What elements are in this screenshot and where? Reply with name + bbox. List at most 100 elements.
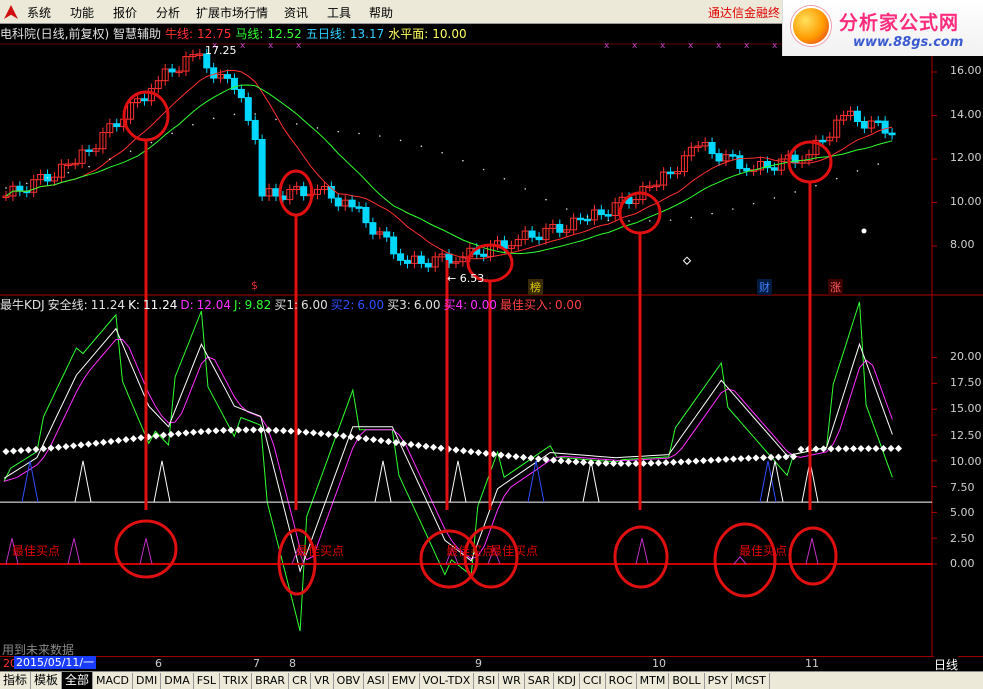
- tab-dma[interactable]: DMA: [161, 673, 194, 689]
- safe-line-diamond: [2, 447, 10, 456]
- best-buy-point-label: 最佳买点: [490, 544, 539, 558]
- ad-link[interactable]: 通达信金融终: [708, 4, 780, 21]
- kline-tag-finance[interactable]: 财: [757, 279, 772, 295]
- tab-sar[interactable]: SAR: [525, 673, 555, 689]
- kline-tag-rank[interactable]: 榜: [528, 279, 543, 295]
- candle-body: [258, 138, 266, 197]
- best-buy-value: 0.00: [554, 298, 582, 312]
- tab-kdj[interactable]: KDJ: [554, 673, 581, 689]
- tab-cr[interactable]: CR: [289, 673, 312, 689]
- app-logo-icon[interactable]: [4, 5, 18, 19]
- long-ma-dot: [669, 219, 672, 221]
- long-ma-dot: [877, 163, 880, 165]
- tab-fsl[interactable]: FSL: [194, 673, 220, 689]
- safe-line-diamond: [707, 456, 715, 464]
- buy-signal-triangle: [374, 460, 392, 503]
- tab-brar[interactable]: BRAR: [252, 673, 290, 689]
- tab-asi[interactable]: ASI: [364, 673, 389, 689]
- chart-canvas: xxxxxxxxxxxxxxx: [0, 41, 983, 656]
- candle-body: [272, 188, 280, 197]
- safe-line-diamond: [377, 437, 385, 445]
- menu-tools[interactable]: 工具: [327, 4, 351, 21]
- ma1-label: 牛线:: [165, 27, 194, 41]
- kline-tag-rise[interactable]: 涨: [828, 279, 843, 295]
- long-ma-dot: [690, 216, 693, 219]
- safe-line-diamond: [249, 426, 258, 434]
- tab-mtm[interactable]: MTM: [637, 673, 670, 689]
- candle-body: [667, 171, 675, 175]
- menu-system[interactable]: 系统: [27, 4, 51, 21]
- menu-analysis[interactable]: 分析: [156, 4, 180, 21]
- long-ma-dot: [648, 220, 651, 222]
- ma-line-ma: [5, 84, 893, 255]
- signal-mark: x: [772, 41, 778, 51]
- buy3-value: 6.00: [413, 298, 441, 312]
- tab-cci[interactable]: CCI: [580, 673, 606, 689]
- best-buy-point-label: 最佳买点: [446, 544, 495, 558]
- safe-line-diamond: [752, 454, 760, 462]
- annotation-circle: [277, 528, 317, 596]
- long-ma-dot: [129, 150, 132, 152]
- long-ma-dot: [441, 151, 443, 154]
- tab-指标[interactable]: 指标: [0, 672, 32, 689]
- long-ma-dot: [358, 132, 360, 135]
- long-ma-dot: [628, 220, 630, 222]
- long-ma-dot: [773, 197, 776, 199]
- candle-body: [224, 74, 232, 79]
- menu-quote[interactable]: 报价: [113, 4, 137, 21]
- long-ma-dot: [212, 117, 215, 120]
- tab-boll[interactable]: BOLL: [669, 673, 705, 689]
- best-buy-label: 最佳买入:: [499, 298, 552, 312]
- tab-模板[interactable]: 模板: [31, 672, 63, 689]
- buy-signal-triangle: [153, 460, 171, 503]
- safe-line-diamond: [654, 459, 663, 467]
- menu-help[interactable]: 帮助: [369, 4, 393, 21]
- tab-emv[interactable]: EMV: [389, 673, 420, 689]
- tab-mcst[interactable]: MCST: [732, 673, 770, 689]
- safe-line-diamond: [429, 443, 438, 451]
- safe-line-diamond: [339, 432, 348, 440]
- tab-psy[interactable]: PSY: [705, 673, 732, 689]
- safe-line-diamond: [182, 429, 190, 437]
- tab-wr[interactable]: WR: [499, 673, 525, 689]
- long-ma-dot: [337, 130, 340, 133]
- long-ma-dot: [794, 191, 796, 193]
- tab-dmi[interactable]: DMI: [133, 673, 162, 689]
- menu-extended-market[interactable]: 扩展市场行情: [196, 4, 268, 21]
- long-ma-dot: [565, 208, 568, 210]
- safe-line-diamond: [47, 444, 55, 452]
- candle-body: [480, 253, 488, 257]
- tab-vol-tdx[interactable]: VOL-TDX: [420, 673, 475, 689]
- safe-line-diamond: [714, 456, 723, 464]
- safe-line-diamond: [272, 426, 280, 434]
- tab-obv[interactable]: OBV: [334, 673, 364, 689]
- signal-mark: x: [744, 41, 750, 51]
- candle-body: [577, 217, 585, 221]
- kline-tag-dollar[interactable]: $: [249, 279, 260, 292]
- tab-macd[interactable]: MACD: [93, 673, 134, 689]
- tab-trix[interactable]: TRIX: [220, 673, 253, 689]
- price-marker-dot: [861, 228, 867, 234]
- safe-line-diamond: [557, 457, 565, 465]
- safe-line-diamond: [32, 445, 40, 453]
- safe-line-diamond: [137, 434, 145, 442]
- safe-line-diamond: [99, 438, 108, 446]
- tab-roc[interactable]: ROC: [606, 673, 637, 689]
- safe-line-diamond: [204, 427, 213, 435]
- safe-line-diamond: [384, 438, 393, 446]
- candle-body: [708, 141, 716, 155]
- safe-line-diamond: [819, 445, 828, 453]
- candle-body: [853, 110, 861, 123]
- safe-line-diamond: [242, 426, 250, 434]
- candle-body: [210, 67, 218, 79]
- safe-line-diamond: [264, 426, 273, 434]
- tab-rsi[interactable]: RSI: [474, 673, 500, 689]
- tab-vr[interactable]: VR: [311, 673, 334, 689]
- menu-info[interactable]: 资讯: [284, 4, 308, 21]
- best-buy-triangle: [635, 538, 649, 565]
- candle-body: [417, 255, 425, 264]
- long-ma-dot: [524, 188, 526, 190]
- tab-全部[interactable]: 全部: [62, 672, 94, 689]
- signal-mark: x: [688, 41, 694, 51]
- menu-function[interactable]: 功能: [70, 4, 94, 21]
